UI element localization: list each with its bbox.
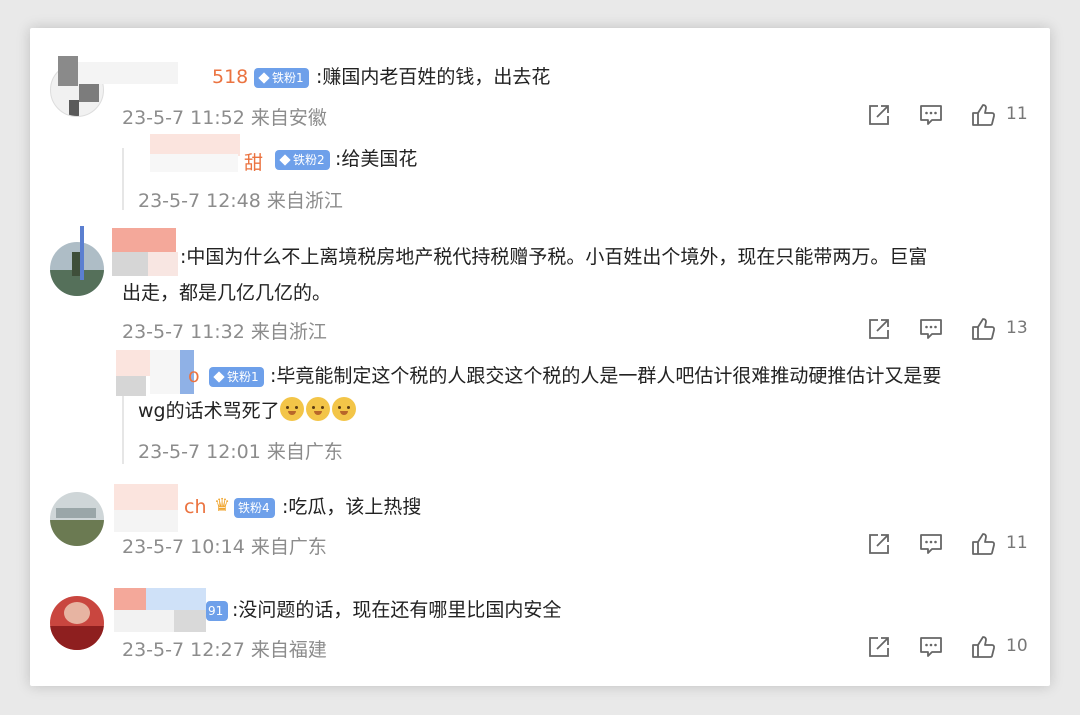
reply-divider <box>122 148 124 210</box>
share-icon[interactable] <box>866 316 892 342</box>
reply-text: :毕竟能制定这个税的人跟交这个税的人是一群人吧估计很难推动硬推估计又是要 <box>270 365 942 387</box>
reply-meta: 23-5-7 12:01 来自广东 <box>138 441 343 463</box>
badge-label: 铁粉4 <box>238 501 270 515</box>
comment-actions: 10 <box>866 634 1036 660</box>
diamond-icon <box>279 154 291 166</box>
username[interactable]: 甜 <box>244 148 263 175</box>
comment-icon[interactable] <box>918 634 944 660</box>
comment-icon[interactable] <box>918 316 944 342</box>
fan-badge[interactable]: 铁粉2 <box>275 150 330 170</box>
fan-badge[interactable]: 铁粉4 <box>234 498 275 518</box>
doge-emoji-icon <box>305 397 330 421</box>
username-blurred[interactable] <box>116 350 150 376</box>
thumbs-up-icon[interactable] <box>970 102 996 128</box>
thumbs-up-icon[interactable] <box>970 634 996 660</box>
comment-icon[interactable] <box>918 102 944 128</box>
comment-icon[interactable] <box>918 531 944 557</box>
reply-text-line: wg的话术骂死了 <box>138 400 280 422</box>
avatar[interactable] <box>50 492 104 546</box>
comment-actions: 11 <box>866 102 1036 128</box>
username-blurred[interactable] <box>114 484 178 510</box>
share-icon[interactable] <box>866 102 892 128</box>
badge-label: 91 <box>208 604 224 618</box>
comment-meta: 23-5-7 11:32 来自浙江 <box>122 321 327 343</box>
share-icon[interactable] <box>866 634 892 660</box>
username-blurred[interactable] <box>58 56 78 86</box>
username-blurred[interactable] <box>112 228 176 252</box>
reply-meta: 23-5-7 12:48 来自浙江 <box>138 190 343 212</box>
username-blurred[interactable] <box>114 610 174 632</box>
diamond-icon <box>213 371 225 383</box>
username-blurred[interactable] <box>114 588 146 610</box>
username[interactable]: o <box>188 365 200 387</box>
thumbs-up-icon[interactable] <box>970 316 996 342</box>
username[interactable]: 518 <box>212 66 248 88</box>
comment-text: 出走，都是几亿几亿的。 <box>122 282 332 304</box>
diamond-icon <box>258 72 270 84</box>
like-count: 11 <box>1006 104 1028 124</box>
fan-badge[interactable]: 铁粉1 <box>209 367 264 387</box>
username-blurred[interactable] <box>112 252 148 276</box>
comment-text: :没问题的话，现在还有哪里比国内安全 <box>232 599 562 621</box>
username-blurred[interactable] <box>80 226 84 280</box>
like-count: 10 <box>1006 636 1028 656</box>
like-count: 11 <box>1006 533 1028 553</box>
username-blurred[interactable] <box>116 376 146 396</box>
doge-emoji-icon <box>331 397 356 421</box>
comment-actions: 11 <box>866 531 1036 557</box>
username-blurred[interactable] <box>78 62 178 84</box>
reply-text: :给美国花 <box>335 148 418 170</box>
username-blurred[interactable] <box>150 154 238 172</box>
reply-text: wg的话术骂死了 <box>138 394 358 428</box>
badge-label: 铁粉1 <box>227 370 259 384</box>
like-count: 13 <box>1006 318 1028 338</box>
comment-text: :吃瓜，该上热搜 <box>282 496 422 518</box>
username-blurred[interactable] <box>148 252 178 276</box>
avatar[interactable] <box>50 242 104 296</box>
comment-meta: 23-5-7 11:52 来自安徽 <box>122 107 327 129</box>
comment-meta: 23-5-7 12:27 来自福建 <box>122 639 327 661</box>
avatar[interactable] <box>50 596 104 650</box>
username-blurred[interactable] <box>174 610 206 632</box>
thumbs-up-icon[interactable] <box>970 531 996 557</box>
username[interactable]: ch <box>184 496 207 518</box>
fan-badge[interactable]: 铁粉1 <box>254 68 309 88</box>
comment-text: :赚国内老百姓的钱，出去花 <box>316 66 551 88</box>
crown-icon: ♛ <box>214 495 231 516</box>
comment-text: :中国为什么不上离境税房地产税代持税赠予税。小百姓出个境外，现在只能带两万。巨富 <box>180 246 928 268</box>
comment-meta: 23-5-7 10:14 来自广东 <box>122 536 327 558</box>
comment-card: 518 铁粉1 :赚国内老百姓的钱，出去花 23-5-7 11:52 来自安徽 … <box>30 28 1050 686</box>
badge-label: 铁粉2 <box>293 153 325 167</box>
comment-actions: 13 <box>866 316 1036 342</box>
username-blurred[interactable] <box>150 134 240 156</box>
username-blurred[interactable] <box>150 350 180 394</box>
share-icon[interactable] <box>866 531 892 557</box>
doge-emoji-icon <box>279 397 304 421</box>
badge-label: 铁粉1 <box>272 71 304 85</box>
username-blurred[interactable] <box>146 588 206 610</box>
fan-badge[interactable]: 91 <box>206 601 229 621</box>
username-blurred[interactable] <box>114 510 178 532</box>
